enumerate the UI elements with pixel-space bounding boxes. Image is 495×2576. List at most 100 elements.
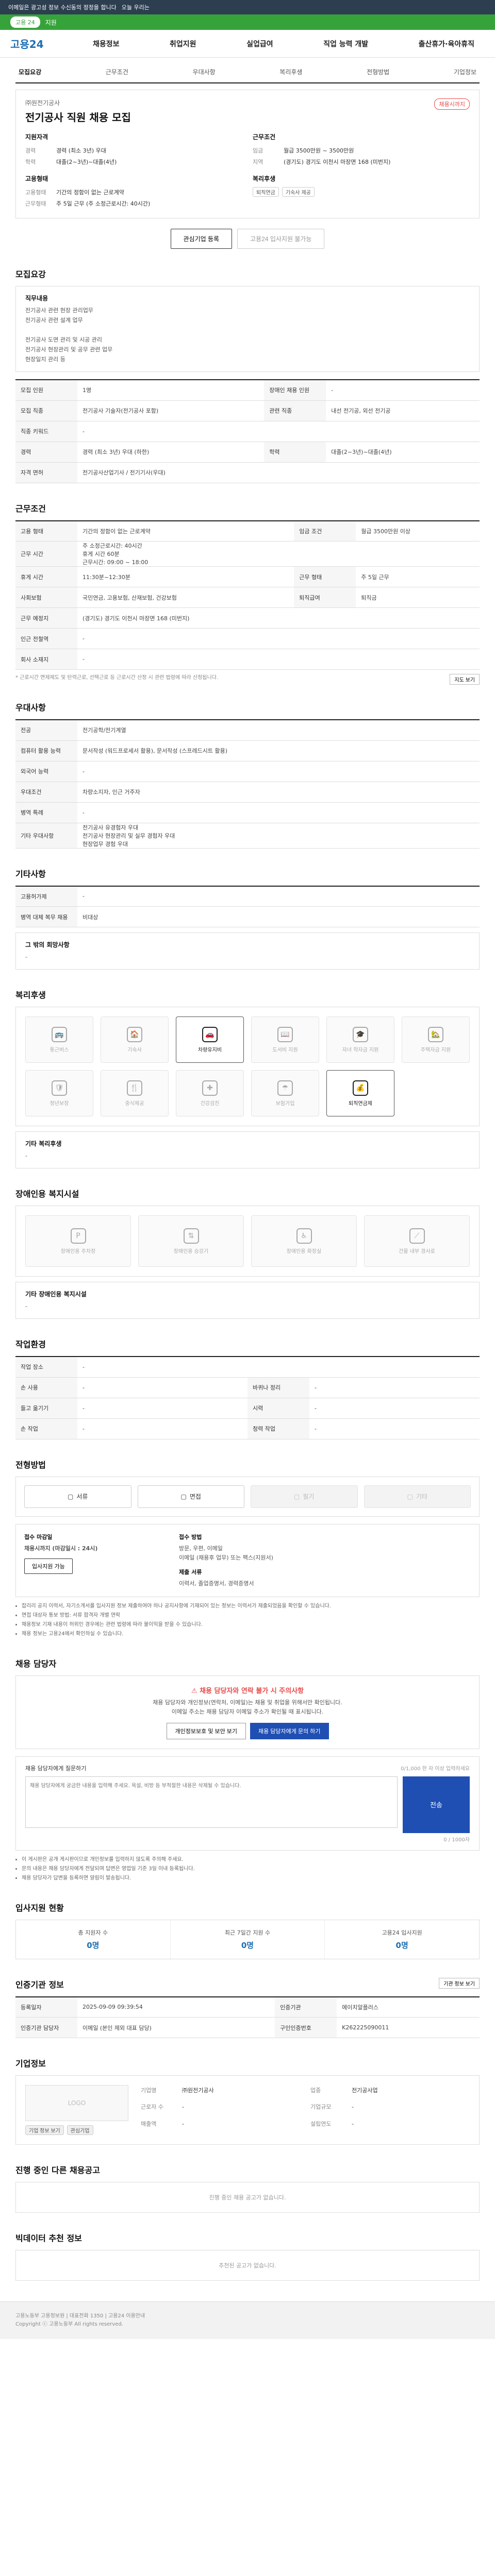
- corp-value: ㈜원전기공사: [182, 2087, 214, 2094]
- summary-key: 임금: [253, 147, 263, 154]
- etc-extra-text: -: [25, 954, 27, 960]
- recruit-row: 경력 경력 (최소 3년) 우대 (하한) 학력 대졸(2~3년)~대졸(4년): [15, 442, 480, 463]
- summary-left: 지원자격 경력 경력 (최소 3년) 우대 학력 대졸(2~3년)~대졸(4년) 고…: [25, 132, 242, 210]
- pref-key: 우대조건: [15, 782, 77, 803]
- qa-send-button[interactable]: 전송: [403, 1776, 470, 1833]
- footer-line1: 고용노동부 고용정보원 | 대표전화 1350 | 고용24 이용안내: [15, 2313, 145, 2319]
- meal-icon: 🍴: [127, 1080, 142, 1096]
- job-description-box: 직무내용 전기공사 관련 현장 관리업무 전기공사 관련 설계 업무 전기공사 …: [15, 286, 480, 372]
- apply-notes: 잡리리 공지 이력서, 자기소개서를 입사지원 정보 제출하여야 하나 공지사항…: [15, 1602, 480, 1638]
- disability-item: ⟋ 건물 내부 경사로: [364, 1215, 470, 1267]
- top-utility-bar: 이메일은 광고성 정보 수신동의 정정을 합니다 오늘 우리는: [0, 0, 495, 14]
- pref-value: 차량소지자, 인근 거주자: [77, 782, 480, 803]
- welfare-item: 🚗 차량유지비: [176, 1016, 244, 1063]
- info-value: 2025-09-09 09:39:54: [77, 1996, 275, 2018]
- work-note-text: * 근로시간 면제제도 및 탄력근로, 선택근로 등 근로시간 산정 시 관련 …: [15, 675, 219, 681]
- apply-button[interactable]: 고용24 입사지원 불가능: [237, 229, 325, 249]
- top-utility-sub[interactable]: 오늘 우리는: [122, 3, 150, 11]
- company-name[interactable]: ㈜원전기공사: [25, 98, 470, 107]
- pref-table: 전공 전기공학/전기계열 컴퓨터 활용 능력 문서작성 (워드프로세서 활용), 문서…: [15, 719, 480, 849]
- apply-note: 면접 대상자 통보 방법: 서류 합격자 개별 연락: [22, 1612, 480, 1620]
- site-logo[interactable]: 고용24: [10, 36, 88, 51]
- pref-value: -: [77, 761, 480, 782]
- tab-corp[interactable]: 기업정보: [454, 67, 476, 76]
- qa-row: 전송: [25, 1776, 470, 1833]
- recruit-value: 대졸(2~3년)~대졸(4년): [326, 442, 480, 463]
- warning-icon: ⚠: [191, 1687, 200, 1695]
- interest-company-button[interactable]: 관심기업 등록: [170, 229, 233, 249]
- recruit-value: 전기공사 기술자(전기공사 포함): [77, 400, 265, 421]
- pref-row: 우대조건 차량소지자, 인근 거주자: [15, 782, 480, 803]
- work-row: 휴게 시간 11:30분~12:30분 근무 형태 주 5일 근무: [15, 566, 480, 587]
- gnb-item-parental[interactable]: 출산휴가·육아휴직: [414, 39, 480, 49]
- gnb-item-support[interactable]: 취업지원: [164, 39, 202, 49]
- recruit-key: 자격 면허: [15, 462, 77, 483]
- work-value: 주 5일 근무: [356, 566, 480, 587]
- similar-section-title: 빅데이터 추천 정보: [15, 2233, 82, 2243]
- env-key: 손 사용: [15, 1377, 77, 1398]
- recruit-row: 모집 인원 1명 장애인 채용 인원 -: [15, 380, 480, 401]
- welfare-item-label: 자녀 학자금 지원: [342, 1047, 379, 1053]
- work-row: 근무 시간 주 소정근로시간: 40시간 휴게 시간 60분 근무시간: 09:0…: [15, 541, 480, 567]
- tab-pref[interactable]: 우대사항: [193, 67, 216, 76]
- action-buttons: 관심기업 등록 고용24 입사지원 불가능: [15, 229, 480, 249]
- tab-method[interactable]: 전형방법: [367, 67, 389, 76]
- etc-section-title: 기타사항: [15, 869, 46, 879]
- map-button[interactable]: 지도 보기: [450, 674, 480, 685]
- contact-warning-text: 채용 담당자와 연락 불가 시 주의사항: [200, 1687, 304, 1695]
- method-item: ▢ 면접: [137, 1485, 244, 1508]
- tab-welfare[interactable]: 복리후생: [279, 67, 302, 76]
- tab-work[interactable]: 근무조건: [106, 67, 128, 76]
- welfare-item-label: 정년보장: [50, 1100, 69, 1107]
- env-value: -: [77, 1357, 480, 1378]
- job-title: 전기공사 직원 채용 모집: [25, 111, 131, 124]
- method-item-label: 기타: [416, 1493, 427, 1500]
- stat-value: 0명: [241, 1940, 254, 1950]
- summary-key: 경력: [25, 147, 36, 154]
- stat-label: 고용24 입사지원: [382, 1929, 422, 1936]
- corp-info-button[interactable]: 기업 정보 보기: [25, 2125, 64, 2135]
- tab-recruit[interactable]: 모집요강: [19, 67, 41, 76]
- work-row: 고용 형태 기간의 정함이 없는 근로계약 임금 조건 월급 3500만원 이상: [15, 520, 480, 541]
- green-banner-pill[interactable]: 고용 24: [10, 16, 40, 28]
- stats-section-title: 입사지원 현황: [15, 1903, 64, 1913]
- corp-value: -: [182, 2104, 184, 2111]
- pen-icon: ▢: [294, 1493, 300, 1500]
- summary-row: 지역 (경기도) 경기도 이천시 마장면 168 (미번지): [253, 157, 470, 168]
- house-icon: 🏡: [428, 1026, 443, 1042]
- welfare-item: 🏡 주택자금 지원: [402, 1016, 470, 1063]
- stat-label: 최근 7일간 지원 수: [224, 1929, 271, 1936]
- apply-now-button[interactable]: 입사지원 가능: [24, 1558, 73, 1574]
- stat-value: 0명: [395, 1940, 408, 1950]
- others-empty: 진행 중인 채용 공고가 없습니다.: [15, 2182, 480, 2213]
- privacy-button[interactable]: 개인정보보호 및 보안 보기: [166, 1722, 246, 1739]
- stat-label: 총 지원자 수: [78, 1929, 108, 1936]
- welfare-tag: 퇴직연금: [253, 187, 279, 197]
- work-key: 퇴직급여: [294, 587, 356, 608]
- pref-row: 컴퓨터 활용 능력 문서작성 (워드프로세서 활용), 문서작성 (스프레드시트 …: [15, 740, 480, 761]
- ramp-icon: ⟋: [409, 1228, 425, 1244]
- contact-manager-button[interactable]: 채용 담당자에게 문의 하기: [250, 1722, 329, 1739]
- env-value: -: [309, 1398, 480, 1419]
- etc-extra-box: 그 밖의 회망사항 -: [15, 933, 480, 970]
- method-item-label: 면접: [189, 1493, 201, 1500]
- apply-deadline-heading: 접수 마감일: [24, 1533, 53, 1540]
- env-key: 시력: [248, 1398, 309, 1419]
- recruit-value: 내선 전기공, 외선 전기공: [326, 400, 480, 421]
- pref-key: 병역 특례: [15, 802, 77, 823]
- agency-info-button[interactable]: 기관 정보 보기: [439, 1977, 480, 1989]
- qa-input[interactable]: [25, 1776, 398, 1828]
- green-banner-text: 지원: [45, 19, 57, 26]
- global-menu: 채용정보 취업지원 실업급여 직업 능력 개발 출산휴가·육아휴직: [88, 39, 485, 49]
- env-key: 작업 장소: [15, 1357, 77, 1378]
- summary-value: (경기도) 경기도 이천시 마장면 168 (미번지): [284, 159, 391, 165]
- env-row: 들고 옮기기 - 시력 -: [15, 1398, 480, 1419]
- gnb-item-training[interactable]: 직업 능력 개발: [318, 39, 373, 49]
- pref-key: 전공: [15, 720, 77, 741]
- etc-table: 고용허가제 - 병역 대체 복무 채용 비대상: [15, 885, 480, 927]
- corp-row: 설립연도 -: [310, 2119, 470, 2135]
- corp-interest-button[interactable]: 관심기업: [67, 2125, 93, 2135]
- summary-work-title: 근무조건: [253, 133, 276, 141]
- gnb-item-jobs[interactable]: 채용정보: [88, 39, 125, 49]
- gnb-item-unemployment[interactable]: 실업급여: [241, 39, 278, 49]
